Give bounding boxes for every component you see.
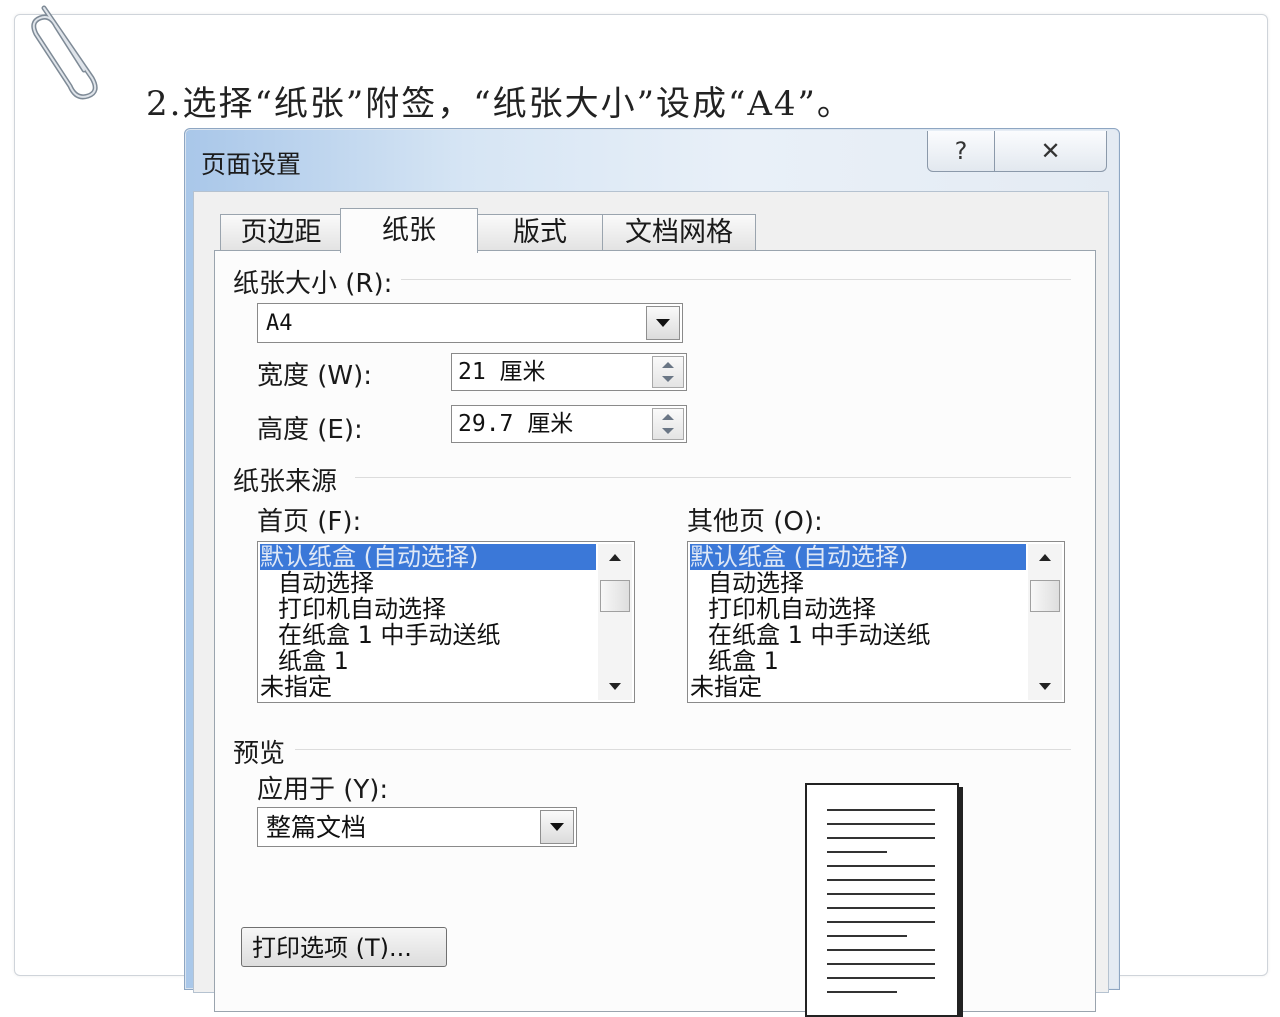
- list-item[interactable]: 在纸盒 1 中手动送纸: [260, 622, 596, 648]
- divider: [401, 279, 1071, 280]
- preview-label: 预览: [233, 739, 286, 769]
- scroll-thumb[interactable]: [600, 580, 630, 612]
- first-page-listbox[interactable]: 默认纸盒 (自动选择) 自动选择 打印机自动选择 在纸盒 1 中手动送纸 纸盒 …: [257, 541, 635, 703]
- first-page-label: 首页 (F):: [257, 507, 362, 537]
- tab-layout[interactable]: 版式: [476, 214, 604, 251]
- scroll-up-icon[interactable]: [1039, 554, 1051, 561]
- width-value: 21 厘米: [458, 359, 546, 385]
- list-item[interactable]: 自动选择: [260, 570, 596, 596]
- height-label: 高度 (E):: [257, 415, 363, 445]
- help-icon: ?: [954, 137, 968, 165]
- scrollbar[interactable]: [1028, 544, 1062, 700]
- scroll-thumb[interactable]: [1030, 580, 1060, 612]
- scroll-down-icon[interactable]: [1039, 683, 1051, 690]
- chevron-down-icon[interactable]: [646, 306, 680, 340]
- page-setup-dialog: 页面设置 ? ✕ 页边距 纸张 版式 文档网格 纸张大小 (R): A4 宽度 …: [184, 128, 1120, 1017]
- list-item[interactable]: 纸盒 1: [690, 648, 1026, 674]
- close-button[interactable]: ✕: [995, 131, 1106, 171]
- chevron-down-icon[interactable]: [540, 810, 574, 844]
- tab-paper[interactable]: 纸张: [340, 208, 478, 253]
- list-item[interactable]: 默认纸盒 (自动选择): [260, 544, 596, 570]
- apply-to-select[interactable]: 整篇文档: [257, 807, 577, 847]
- other-pages-listbox[interactable]: 默认纸盒 (自动选择) 自动选择 打印机自动选择 在纸盒 1 中手动送纸 纸盒 …: [687, 541, 1065, 703]
- scrollbar[interactable]: [598, 544, 632, 700]
- paper-tab-panel: 纸张大小 (R): A4 宽度 (W): 21 厘米 高度 (E): 29.7 …: [214, 250, 1096, 1017]
- paper-size-label: 纸张大小 (R):: [233, 269, 393, 299]
- height-input[interactable]: 29.7 厘米: [451, 405, 687, 443]
- list-item[interactable]: 打印机自动选择: [690, 596, 1026, 622]
- paper-source-label: 纸张来源: [233, 467, 338, 497]
- close-icon: ✕: [1040, 137, 1061, 165]
- divider: [295, 749, 1071, 750]
- paper-size-select[interactable]: A4: [257, 303, 683, 343]
- height-spinner[interactable]: [652, 408, 684, 440]
- width-spinner[interactable]: [652, 356, 684, 388]
- paperclip-icon: [31, 5, 98, 100]
- paper-size-value: A4: [266, 311, 293, 336]
- scroll-down-icon[interactable]: [609, 683, 621, 690]
- list-item[interactable]: 自动选择: [690, 570, 1026, 596]
- apply-to-value: 整篇文档: [266, 813, 367, 842]
- help-button[interactable]: ?: [928, 131, 995, 171]
- divider: [355, 477, 1071, 478]
- width-input[interactable]: 21 厘米: [451, 353, 687, 391]
- width-label: 宽度 (W):: [257, 361, 373, 391]
- scroll-up-icon[interactable]: [609, 554, 621, 561]
- tab-document-grid[interactable]: 文档网格: [602, 214, 756, 251]
- list-item[interactable]: 未指定: [260, 674, 596, 700]
- list-item[interactable]: 打印机自动选择: [260, 596, 596, 622]
- other-pages-label: 其他页 (O):: [687, 507, 823, 537]
- list-item[interactable]: 纸盒 1: [260, 648, 596, 674]
- list-item[interactable]: 在纸盒 1 中手动送纸: [690, 622, 1026, 648]
- list-item[interactable]: 默认纸盒 (自动选择): [690, 544, 1026, 570]
- print-options-button[interactable]: 打印选项 (T)...: [241, 927, 447, 967]
- list-item[interactable]: 未指定: [690, 674, 1026, 700]
- title-buttons: ? ✕: [927, 131, 1107, 172]
- dialog-title: 页面设置: [201, 150, 302, 179]
- height-value: 29.7 厘米: [458, 411, 574, 437]
- tab-margins[interactable]: 页边距: [220, 214, 342, 251]
- dialog-client-area: 页边距 纸张 版式 文档网格 纸张大小 (R): A4 宽度 (W): 21 厘…: [193, 191, 1109, 1017]
- instruction-text: 2.选择“纸张”附签，“纸张大小”设成“A4”。: [146, 84, 853, 124]
- apply-to-label: 应用于 (Y):: [257, 775, 389, 805]
- page-preview-image: [805, 783, 959, 1017]
